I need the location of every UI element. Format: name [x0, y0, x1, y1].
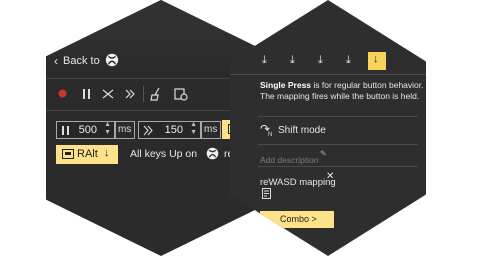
- xbox-logo-small-icon: [206, 147, 219, 160]
- activator-toolbar: ⤓ ⤓ ⤓ ⤓ ↓: [230, 52, 426, 72]
- clear-mapping-icon[interactable]: ✕: [326, 171, 334, 182]
- random-delay-value: 150: [164, 124, 183, 136]
- back-label: Back to: [63, 55, 100, 67]
- long-press-tool-icon[interactable]: ⤓: [346, 54, 351, 67]
- shift-subscript: N: [268, 132, 273, 138]
- back-chevron-icon: ‹: [54, 54, 58, 68]
- delay-unit: ms: [114, 121, 136, 139]
- record-icon[interactable]: [58, 89, 67, 98]
- pause-delay-field[interactable]: 500 ▲ ▼: [56, 121, 116, 139]
- toolbar-divider-right: [230, 74, 426, 75]
- random-delay-field[interactable]: 150 ▲ ▼: [138, 121, 202, 139]
- desc-line2: The mapping fires while the button is he…: [260, 91, 420, 101]
- triple-press-tool-icon[interactable]: ⤓: [318, 54, 323, 67]
- add-description-placeholder: Add description: [260, 155, 319, 165]
- release-text-1: All keys Up on: [130, 148, 198, 160]
- key-label: RAlt: [77, 148, 98, 160]
- clear-broom-icon[interactable]: [150, 87, 162, 101]
- shift-mode-label: Shift mode: [278, 125, 326, 136]
- desc-divider: [258, 116, 418, 117]
- desc-line1: is for regular button behavior.: [311, 80, 424, 90]
- toolbar-separator: [143, 86, 144, 102]
- random-delay-icon[interactable]: [102, 88, 114, 100]
- button-mapping-panel: ⤓ ⤓ ⤓ ⤓ ↓ Single Press is for regular bu…: [230, 0, 426, 256]
- stepper-arrows-icon[interactable]: ▲ ▼: [104, 121, 111, 137]
- shift-divider: [258, 144, 418, 145]
- double-press-tool-icon[interactable]: ⤓: [290, 54, 295, 67]
- pause-small-icon: [62, 126, 69, 135]
- stepper-arrows-icon-2[interactable]: ▲ ▼: [190, 121, 197, 137]
- settings-icon[interactable]: [174, 87, 188, 101]
- macro-script-icon[interactable]: [262, 188, 271, 199]
- start-press-icon: ↓: [373, 53, 379, 65]
- pause-delay-value: 500: [78, 124, 97, 136]
- activator-description: Single Press is for regular button behav…: [260, 80, 424, 102]
- keyboard-icon-2: [62, 149, 74, 159]
- mapping-label: reWASD mapping: [260, 177, 336, 188]
- add-description-input[interactable]: Add description ✎: [260, 149, 327, 165]
- activator-name: Single Press: [260, 80, 312, 90]
- combo-button[interactable]: Combo >: [260, 211, 334, 228]
- mapping-header: reWASD mapping ✕: [260, 171, 336, 188]
- repeat-small-icon: [143, 125, 153, 136]
- arrow-down-icon: ↓: [104, 147, 110, 159]
- combo-label: Combo >: [280, 214, 317, 224]
- pause-icon[interactable]: [82, 89, 91, 99]
- repeat-icon[interactable]: [124, 88, 136, 100]
- edit-pencil-icon: ✎: [320, 149, 327, 158]
- start-press-tool-selected[interactable]: ↓: [368, 52, 386, 70]
- description-divider: [258, 166, 418, 167]
- delay-unit-2: ms: [200, 121, 222, 139]
- key-rait-button[interactable]: RAlt ↓: [56, 145, 118, 164]
- xbox-logo-icon: [105, 53, 119, 67]
- single-press-tool-icon[interactable]: ⤓: [262, 54, 267, 67]
